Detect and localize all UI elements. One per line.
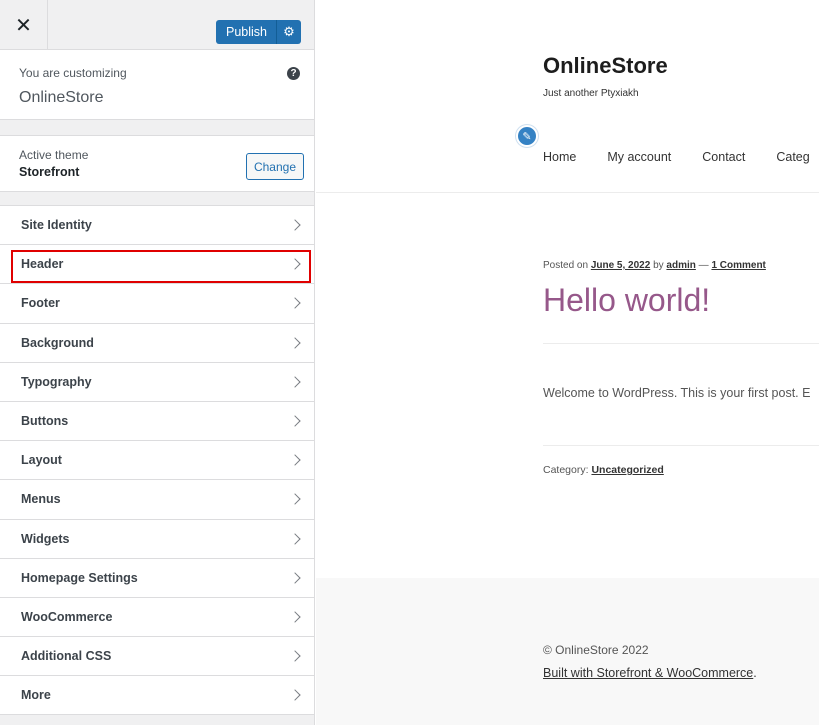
chevron-right-icon [289, 689, 301, 702]
chevron-right-icon [289, 532, 301, 545]
chevron-right-icon [289, 376, 301, 388]
site-title[interactable]: OnlineStore [543, 53, 668, 79]
site-footer: © OnlineStore 2022 Built with Storefront… [316, 578, 819, 725]
customizer-header: ✕ Publish ⚙ [0, 0, 314, 50]
panel-header[interactable]: Header [0, 245, 314, 285]
panel-label: WooCommerce [21, 609, 113, 624]
chevron-right-icon [289, 336, 301, 349]
nav-item-categories[interactable]: Categ [776, 150, 809, 164]
panel-background[interactable]: Background [0, 323, 314, 363]
post-author-link[interactable]: admin [666, 260, 695, 271]
header-divider [316, 192, 819, 193]
panel-menus[interactable]: Menus [0, 480, 314, 520]
chevron-right-icon [289, 611, 301, 623]
meta-separator: — [695, 260, 712, 271]
panel-layout[interactable]: Layout [0, 441, 314, 481]
chevron-right-icon [289, 415, 301, 427]
gear-icon[interactable]: ⚙ [276, 20, 301, 44]
nav-item-home[interactable]: Home [543, 150, 576, 164]
customizing-site-name: OnlineStore [19, 89, 104, 106]
nav-item-my-account[interactable]: My account [607, 150, 671, 164]
panel-label: Buttons [21, 414, 69, 429]
change-theme-button[interactable]: Change [246, 153, 304, 180]
help-icon[interactable]: ? [287, 67, 300, 80]
post-date-link[interactable]: June 5, 2022 [591, 260, 650, 271]
chevron-right-icon [289, 493, 301, 506]
post-meta: Posted on June 5, 2022 by admin — 1 Comm… [543, 260, 766, 271]
site-tagline: Just another Ptyxiakh [543, 88, 639, 99]
primary-navigation: Home My account Contact Categ [543, 150, 819, 164]
publish-group: Publish ⚙ [216, 20, 301, 44]
post-comments-link[interactable]: 1 Comment [711, 260, 765, 271]
panel-homepage-settings[interactable]: Homepage Settings [0, 558, 314, 598]
footer-credits: Built with Storefront & WooCommerce. [543, 666, 757, 680]
panel-label: Site Identity [21, 218, 92, 233]
chevron-right-icon [289, 297, 301, 310]
chevron-right-icon [289, 454, 301, 466]
panel-typography[interactable]: Typography [0, 362, 314, 402]
post-divider [543, 445, 819, 446]
panel-label: Homepage Settings [21, 570, 138, 585]
panel-label: Background [21, 335, 94, 350]
site-preview: OnlineStore Just another Ptyxiakh ✎ Home… [316, 0, 819, 725]
panel-label: Layout [21, 453, 62, 468]
customizing-info: You are customizing OnlineStore ? [0, 50, 314, 120]
chevron-right-icon [289, 572, 301, 584]
customizer-panel-list: Site Identity Header Footer Background T… [0, 205, 314, 716]
chevron-right-icon [289, 650, 301, 662]
chevron-right-icon [289, 219, 301, 231]
pencil-icon[interactable]: ✎ [516, 125, 538, 147]
panel-label: Widgets [21, 531, 70, 546]
post-category: Category: Uncategorized [543, 464, 664, 476]
post-excerpt: Welcome to WordPress. This is your first… [543, 386, 811, 400]
panel-label: Header [21, 257, 64, 272]
post-title[interactable]: Hello world! [543, 282, 710, 319]
panel-label: Menus [21, 492, 61, 507]
panel-label: Typography [21, 374, 92, 389]
close-icon[interactable]: ✕ [0, 0, 48, 50]
footer-credits-suffix: . [753, 666, 757, 680]
nav-item-contact[interactable]: Contact [702, 150, 745, 164]
panel-widgets[interactable]: Widgets [0, 519, 314, 559]
chevron-right-icon [289, 258, 301, 270]
publish-button[interactable]: Publish [216, 20, 276, 44]
panel-label: More [21, 688, 51, 703]
panel-label: Additional CSS [21, 649, 112, 664]
panel-footer[interactable]: Footer [0, 284, 314, 324]
customizing-caption: You are customizing [19, 66, 127, 80]
post-divider [543, 343, 819, 344]
panel-buttons[interactable]: Buttons [0, 401, 314, 442]
customizer-sidebar: ✕ Publish ⚙ You are customizing OnlineSt… [0, 0, 315, 725]
category-link[interactable]: Uncategorized [591, 464, 663, 476]
panel-additional-css[interactable]: Additional CSS [0, 637, 314, 677]
panel-label: Footer [21, 296, 60, 311]
footer-credits-link[interactable]: Built with Storefront & WooCommerce [543, 666, 753, 680]
panel-site-identity[interactable]: Site Identity [0, 206, 314, 246]
footer-copyright: © OnlineStore 2022 [543, 643, 649, 657]
panel-more[interactable]: More [0, 676, 314, 716]
by-text: by [650, 260, 667, 271]
posted-on-text: Posted on [543, 260, 591, 271]
panel-woocommerce[interactable]: WooCommerce [0, 597, 314, 638]
active-theme-section: Active theme Storefront Change [0, 135, 314, 192]
category-label: Category: [543, 464, 592, 476]
